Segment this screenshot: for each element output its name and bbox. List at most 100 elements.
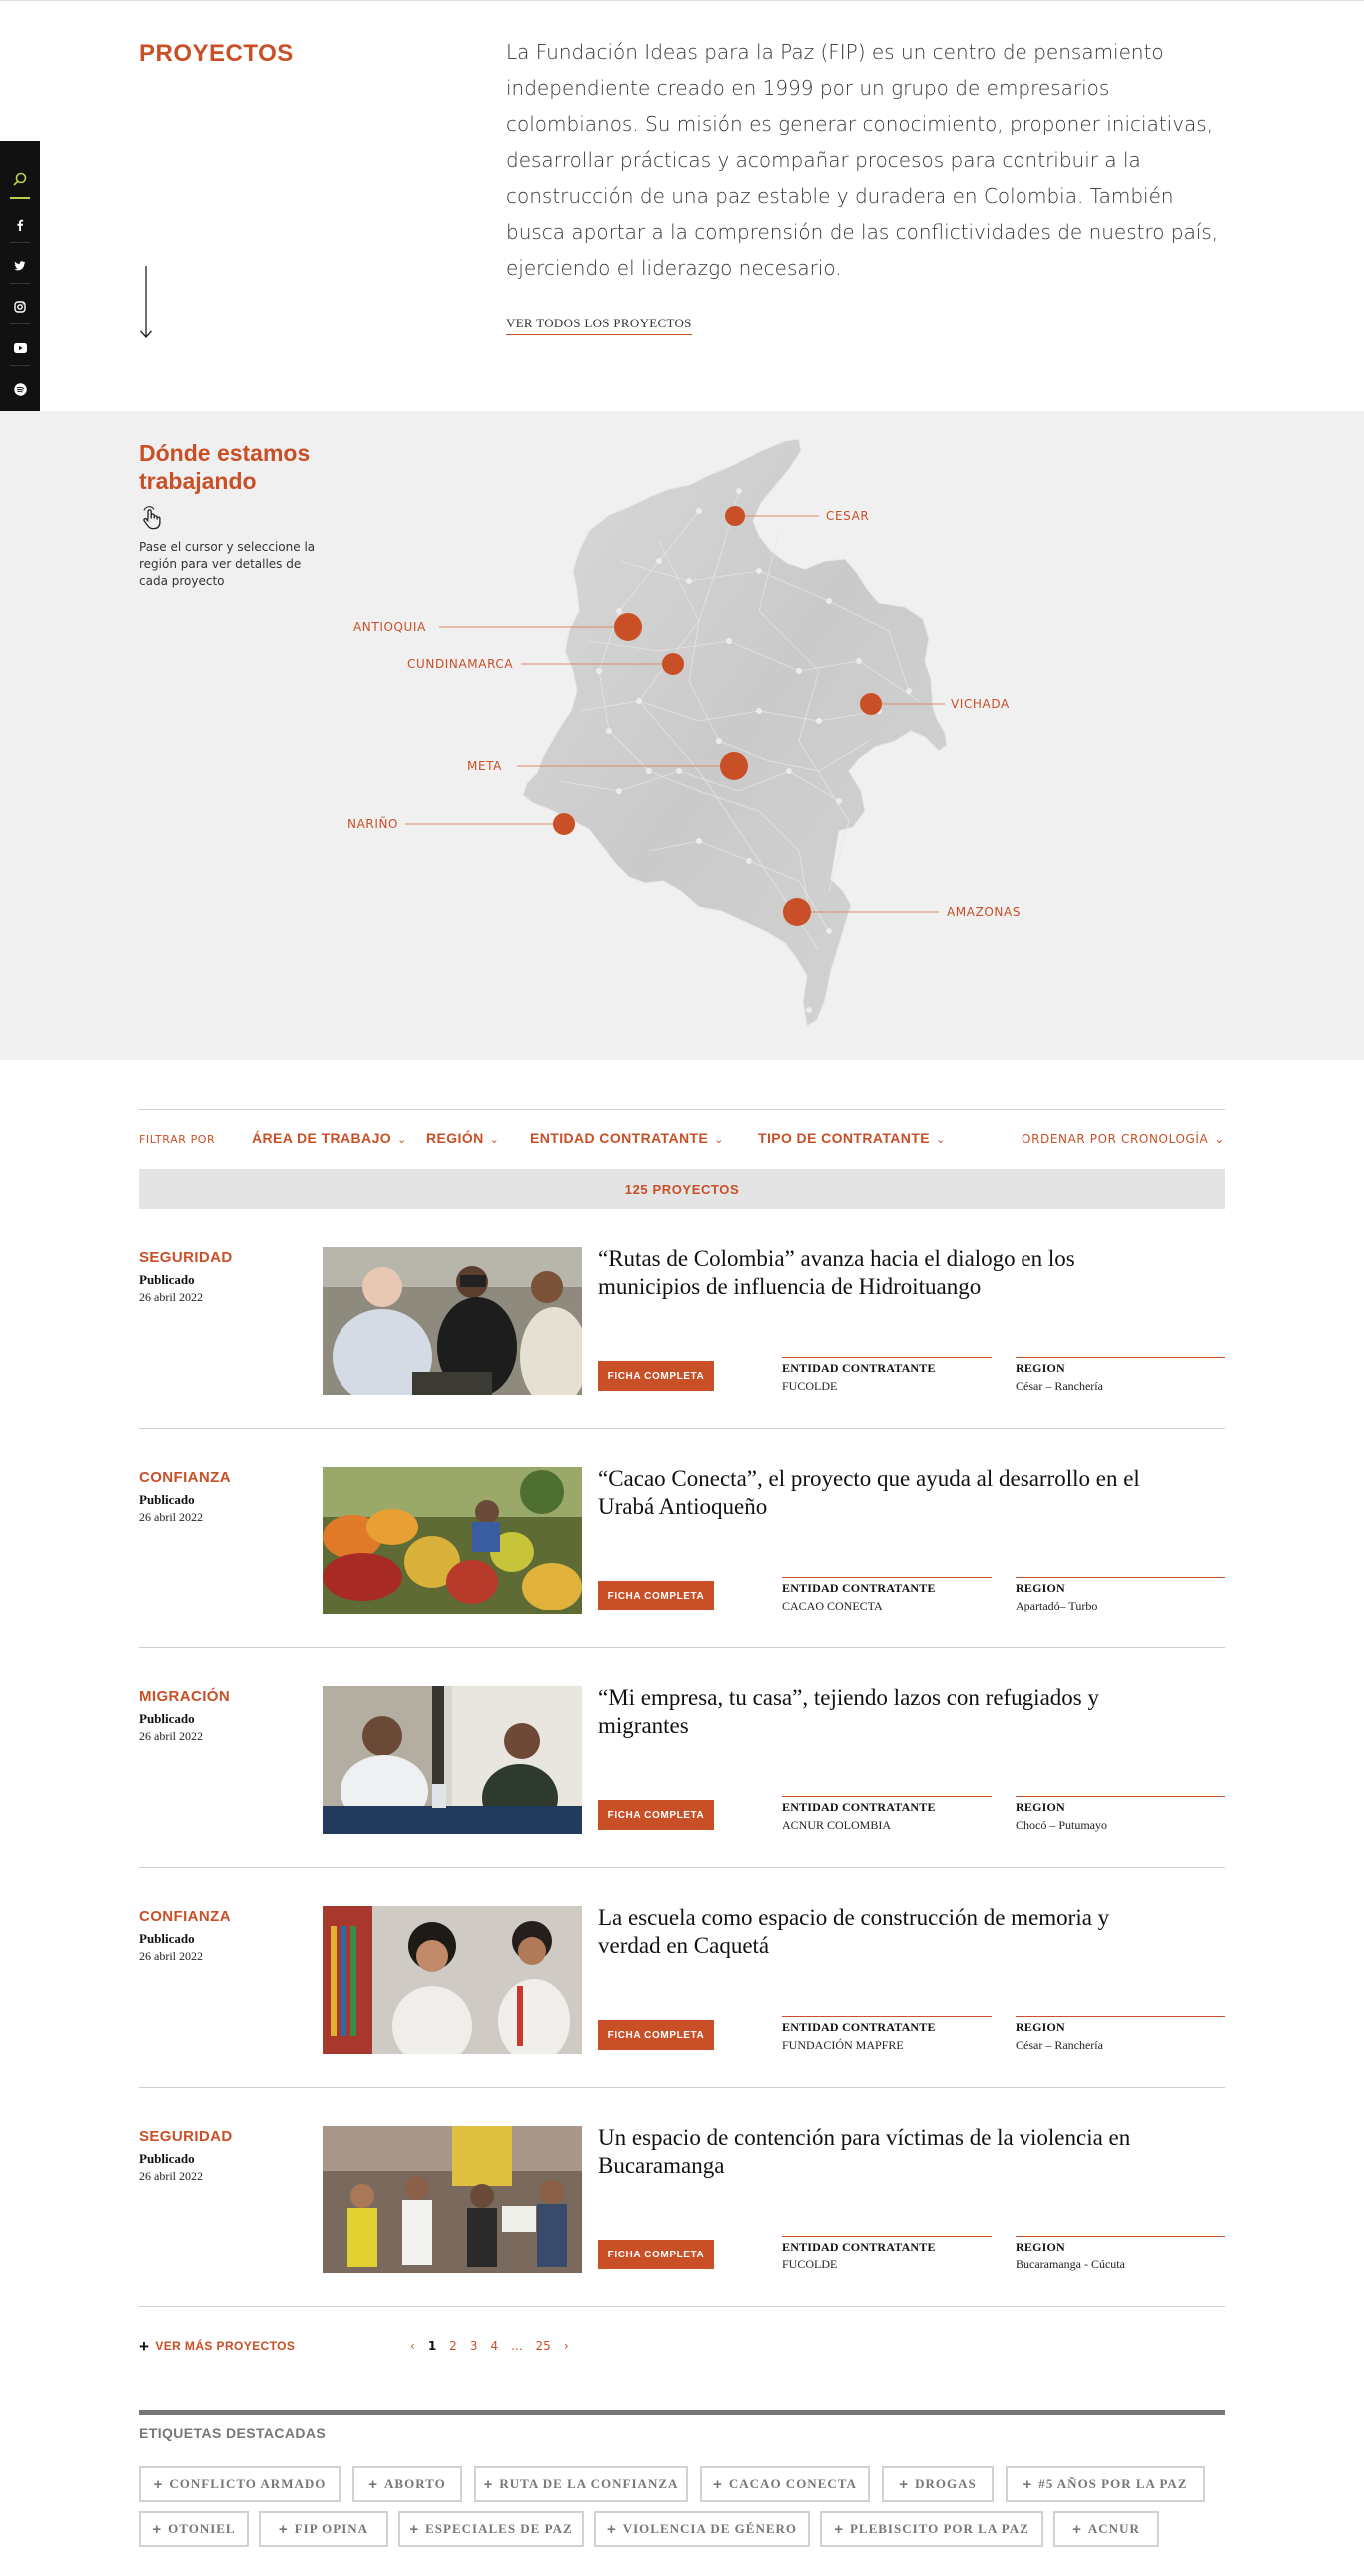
divider — [10, 283, 30, 284]
tag-chip[interactable]: + ESPECIALES DE PAZ — [398, 2511, 584, 2547]
region-label-cesar[interactable]: CESAR — [826, 509, 869, 523]
tag-chip[interactable]: + VIOLENCIA DE GÉNERO — [594, 2511, 810, 2547]
tag-chip[interactable]: + CONFLICTO ARMADO — [139, 2466, 341, 2502]
filter-area-dropdown[interactable]: ÁREA DE TRABAJO ⌄ — [252, 1130, 407, 1146]
chevron-down-icon: ⌄ — [714, 1134, 724, 1146]
view-all-projects-link[interactable]: VER TODOS LOS PROYECTOS — [506, 316, 692, 335]
plus-icon: + — [153, 2475, 164, 2493]
twitter-icon[interactable] — [8, 254, 32, 278]
published-label: Publicado — [139, 1492, 195, 1507]
project-category[interactable]: SEGURIDAD — [139, 2128, 233, 2145]
project-image[interactable] — [323, 1906, 582, 2054]
project-count: 125 PROYECTOS — [139, 1169, 1225, 1209]
spotify-icon[interactable] — [8, 377, 32, 401]
project-image[interactable] — [323, 1467, 582, 1614]
order-dropdown[interactable]: ORDENAR POR CRONOLOGÍA ⌄ — [1022, 1132, 1225, 1146]
page-link[interactable]: 4 — [490, 2339, 498, 2353]
project-category[interactable]: CONFIANZA — [139, 1908, 231, 1925]
tag-label: CONFLICTO ARMADO — [169, 2476, 327, 2491]
project-image[interactable] — [323, 1247, 582, 1395]
region-label-antioquia[interactable]: ANTIOQUIA — [353, 620, 426, 634]
entity-value: CACAO CONECTA — [782, 1599, 883, 1612]
page-link[interactable]: 1 — [428, 2339, 436, 2353]
facebook-icon[interactable] — [8, 213, 32, 237]
filter-entity-dropdown[interactable]: ENTIDAD CONTRATANTE ⌄ — [530, 1130, 724, 1146]
full-record-button[interactable]: FICHA COMPLETA — [598, 1581, 714, 1610]
filter-region-dropdown[interactable]: REGIÓN ⌄ — [426, 1130, 499, 1146]
project-image[interactable] — [323, 1686, 582, 1834]
plus-icon: + — [1023, 2475, 1033, 2493]
project-image[interactable] — [323, 2126, 582, 2273]
page-link[interactable]: 2 — [449, 2339, 457, 2353]
project-date: 26 abril 2022 — [139, 1510, 203, 1524]
plus-icon: + — [713, 2475, 723, 2493]
region-value: Bucaramanga - Cúcuta — [1016, 2257, 1125, 2271]
project-title[interactable]: “Cacao Conecta”, el proyecto que ayuda a… — [598, 1465, 1157, 1521]
project-category[interactable]: MIGRACIÓN — [139, 1688, 230, 1705]
project-row: CONFIANZA Publicado 26 abril 2022 “Cacao… — [139, 1429, 1225, 1648]
full-record-button[interactable]: FICHA COMPLETA — [598, 1800, 714, 1830]
project-row: SEGURIDAD Publicado 26 abril 2022 “Rutas… — [139, 1209, 1225, 1429]
project-title[interactable]: “Rutas de Colombia” avanza hacia el dial… — [598, 1245, 1157, 1301]
tag-label: OTONIEL — [168, 2521, 236, 2536]
project-category[interactable]: SEGURIDAD — [139, 1249, 233, 1266]
tag-chip[interactable]: + ABORTO — [352, 2466, 462, 2502]
prev-page-button[interactable]: ‹ — [410, 2339, 415, 2353]
tag-chip[interactable]: + CACAO CONECTA — [700, 2466, 870, 2502]
tag-chip[interactable]: + #5 AÑOS POR LA PAZ — [1006, 2466, 1205, 2502]
tag-chip[interactable]: + OTONIEL — [139, 2511, 249, 2547]
tag-chip[interactable]: + ACNUR — [1053, 2511, 1159, 2547]
featured-tags-title: ETIQUETAS DESTACADAS — [139, 2410, 1225, 2441]
filter-area-label: ÁREA DE TRABAJO — [252, 1130, 392, 1146]
youtube-icon[interactable] — [8, 336, 32, 360]
region-label-narino[interactable]: NARIÑO — [347, 817, 398, 831]
tag-chip[interactable]: + DROGAS — [882, 2466, 994, 2502]
full-record-button[interactable]: FICHA COMPLETA — [598, 1361, 714, 1391]
search-icon[interactable] — [8, 167, 32, 191]
instagram-icon[interactable] — [8, 295, 32, 319]
filter-entity-label: ENTIDAD CONTRATANTE — [530, 1130, 709, 1146]
project-title[interactable]: “Mi empresa, tu casa”, tejiendo lazos co… — [598, 1684, 1157, 1740]
project-date: 26 abril 2022 — [139, 2169, 203, 2183]
region-label: REGION — [1016, 1581, 1065, 1595]
map-section: Dónde estamos trabajando Pase el cursor … — [0, 411, 1364, 1060]
published-label: Publicado — [139, 1272, 195, 1287]
plus-icon: + — [278, 2520, 289, 2538]
plus-icon: + — [483, 2475, 494, 2493]
full-record-button[interactable]: FICHA COMPLETA — [598, 2020, 714, 2050]
tag-label: RUTA DE LA CONFIANZA — [499, 2476, 679, 2491]
view-more-projects-link[interactable]: + VER MÁS PROYECTOS — [139, 2337, 295, 2357]
region-label: REGION — [1016, 1800, 1065, 1814]
filter-bar: FILTRAR POR ÁREA DE TRABAJO ⌄ REGIÓN ⌄ ENT… — [139, 1109, 1225, 1169]
region-label: REGION — [1016, 2020, 1065, 2034]
next-page-button[interactable]: › — [564, 2339, 569, 2353]
project-category[interactable]: CONFIANZA — [139, 1469, 231, 1486]
project-title[interactable]: Un espacio de contención para víctimas d… — [598, 2124, 1157, 2180]
entity-meta: ENTIDAD CONTRATANTE CACAO CONECTA — [782, 1577, 992, 1613]
filter-type-dropdown[interactable]: TIPO DE CONTRATANTE ⌄ — [758, 1130, 946, 1146]
project-row: MIGRACIÓN Publicado 26 abril 2022 “Mi em… — [139, 1648, 1225, 1868]
tag-chip[interactable]: + PLEBISCITO POR LA PAZ — [820, 2511, 1043, 2547]
social-sidebar — [0, 141, 40, 430]
region-label-meta[interactable]: META — [467, 759, 502, 773]
tag-chip[interactable]: + FIP OPINA — [259, 2511, 388, 2547]
marker-meta — [720, 752, 748, 780]
full-record-button[interactable]: FICHA COMPLETA — [598, 2240, 714, 2269]
region-label-vichada[interactable]: VICHADA — [951, 697, 1010, 711]
tag-chip[interactable]: + RUTA DE LA CONFIANZA — [474, 2466, 688, 2502]
page-link[interactable]: 3 — [470, 2339, 478, 2353]
plus-icon: + — [834, 2520, 844, 2538]
region-label-cundinamarca[interactable]: CUNDINAMARCA — [407, 657, 513, 671]
entity-meta: ENTIDAD CONTRATANTE FUCOLDE — [782, 2236, 992, 2272]
region-value: César – Ranchería — [1016, 1379, 1103, 1393]
entity-value: ACNUR COLOMBIA — [782, 1818, 892, 1832]
project-title[interactable]: La escuela como espacio de construcción … — [598, 1904, 1157, 1960]
tag-label: #5 AÑOS POR LA PAZ — [1038, 2476, 1188, 2491]
region-meta: REGION César – Ranchería — [1016, 2016, 1225, 2053]
page-link[interactable]: 25 — [536, 2339, 551, 2353]
colombia-map — [405, 438, 948, 1027]
region-label-amazonas[interactable]: AMAZONAS — [947, 905, 1021, 919]
entity-meta: ENTIDAD CONTRATANTE FUNDACIÓN MAPFRE — [782, 2016, 992, 2053]
entity-label: ENTIDAD CONTRATANTE — [782, 2240, 936, 2254]
page-title: PROYECTOS — [139, 40, 294, 67]
